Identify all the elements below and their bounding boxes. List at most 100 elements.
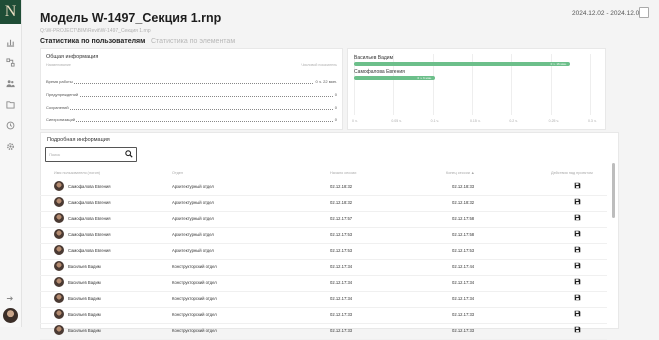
search-placeholder: Поиск	[49, 152, 61, 157]
save-icon[interactable]	[574, 230, 581, 237]
chart-gridline	[590, 54, 591, 115]
diagram-icon[interactable]	[6, 58, 15, 67]
sort-arrow-icon[interactable]: ▲	[470, 171, 475, 175]
session-end: 02.12.18:32	[452, 200, 475, 205]
user-name: Васильев Вадим	[68, 296, 101, 301]
department: Архитектурный отдел	[172, 216, 214, 221]
session-start: 02.12.17:34	[330, 280, 353, 285]
column-header-user[interactable]: Имя пользователя (логин)	[54, 171, 100, 175]
chart-bar[interactable]: 0 ч. 6 мин.	[354, 76, 435, 80]
avatar	[54, 293, 64, 303]
table-row[interactable]: Самофалова Евгения Архитектурный отдел 02.…	[40, 179, 607, 196]
save-icon[interactable]	[574, 294, 581, 301]
app-logo[interactable]: N	[0, 0, 21, 24]
info-value: 0	[333, 117, 337, 122]
avatar	[54, 229, 64, 239]
department: Конструкторский отдел	[172, 264, 217, 269]
chart-icon[interactable]	[6, 38, 15, 47]
date-range[interactable]: 2024.12.02 - 2024.12.02	[572, 10, 643, 17]
avatar	[54, 245, 64, 255]
history-icon[interactable]	[6, 121, 15, 130]
info-value: 0	[333, 92, 337, 97]
save-icon[interactable]	[574, 246, 581, 253]
x-tick-label: 0.25 ч.	[548, 119, 560, 123]
department: Архитектурный отдел	[172, 200, 214, 205]
session-end: 02.12.17:34	[452, 296, 475, 301]
x-tick-label: 0.2 ч.	[509, 119, 518, 123]
avatar	[54, 277, 64, 287]
info-label: Время работы	[46, 79, 74, 84]
table-row[interactable]: Васильев Вадим Конструкторский отдел 02.12…	[40, 323, 607, 340]
department: Конструкторский отдел	[172, 280, 217, 285]
column-header-start[interactable]: Начало сессии	[330, 171, 356, 175]
user-name: Самофалова Евгения	[68, 184, 111, 189]
column-header-end-label: Конец сессии	[446, 171, 470, 175]
table-row[interactable]: Васильев Вадим Конструкторский отдел 02.12…	[40, 307, 607, 324]
department: Архитектурный отдел	[172, 248, 214, 253]
general-info-card: Общая информация Наименование Числовой п…	[40, 48, 343, 130]
calendar-icon[interactable]	[639, 7, 649, 18]
department: Архитектурный отдел	[172, 184, 214, 189]
x-tick-label: 0 ч.	[352, 119, 358, 123]
chart-bar[interactable]: 0 ч. 16 мин.	[354, 62, 570, 66]
x-tick-label: 0.3 ч.	[588, 119, 597, 123]
tab-elements-stats[interactable]: Статистика по элементам	[151, 38, 235, 45]
save-icon[interactable]	[574, 214, 581, 221]
save-icon[interactable]	[574, 262, 581, 269]
table-row[interactable]: Васильев Вадим Конструкторский отдел 02.12…	[40, 291, 607, 308]
user-name: Васильев Вадим	[68, 280, 101, 285]
avatar	[54, 309, 64, 319]
column-name-header: Наименование	[46, 63, 71, 67]
avatar	[54, 213, 64, 223]
table-row[interactable]: Самофалова Евгения Архитектурный отдел 02.…	[40, 243, 607, 260]
search-icon[interactable]	[125, 150, 133, 158]
session-end: 02.12.17:44	[452, 264, 475, 269]
info-row-warnings: Предупреждений 0	[46, 92, 337, 98]
session-start: 02.12.17:57	[330, 216, 353, 221]
table-row[interactable]: Самофалова Евгения Архитектурный отдел 02.…	[40, 227, 607, 244]
save-icon[interactable]	[574, 182, 581, 189]
table-row[interactable]: Самофалова Евгения Архитектурный отдел 02.…	[40, 195, 607, 212]
avatar	[54, 181, 64, 191]
folder-icon[interactable]	[6, 100, 15, 109]
page-title: Модель W-1497_Секция 1.rnp	[40, 11, 222, 25]
x-tick-label: 0.1 ч.	[430, 119, 440, 123]
department: Конструкторский отдел	[172, 328, 217, 333]
logo-letter: N	[4, 3, 17, 20]
avatar	[54, 261, 64, 271]
save-icon[interactable]	[574, 278, 581, 285]
info-label: Синхронизаций	[46, 117, 77, 122]
column-header-end[interactable]: Конец сессии ▲	[446, 171, 475, 175]
user-name: Васильев Вадим	[68, 264, 101, 269]
users-icon[interactable]	[6, 79, 15, 88]
session-end: 02.12.17:58	[452, 216, 475, 221]
department: Архитектурный отдел	[172, 232, 214, 237]
session-start: 02.12.17:34	[330, 296, 353, 301]
user-avatar[interactable]	[3, 308, 18, 323]
session-end: 02.12.17:58	[452, 232, 475, 237]
avatar	[54, 197, 64, 207]
table-scrollbar[interactable]	[612, 163, 615, 218]
user-name: Самофалова Евгения	[68, 232, 111, 237]
info-row-worktime: Время работы 0 ч. 22 мин.	[46, 79, 337, 85]
save-icon[interactable]	[574, 198, 581, 205]
logout-icon[interactable]	[6, 294, 15, 303]
session-start: 02.12.17:53	[330, 232, 353, 237]
general-info-title: Общая информация	[46, 54, 99, 60]
table-row[interactable]: Васильев Вадим Конструкторский отдел 02.12…	[40, 275, 607, 292]
column-header-dept[interactable]: Отдел	[172, 171, 183, 175]
session-start: 02.12.17:53	[330, 248, 353, 253]
settings-icon[interactable]	[6, 142, 15, 151]
save-icon[interactable]	[574, 326, 581, 333]
save-icon[interactable]	[574, 310, 581, 317]
tab-users-stats[interactable]: Статистика по пользователям	[40, 38, 145, 45]
info-value: 0	[333, 105, 337, 110]
session-end: 02.12.17:34	[452, 280, 475, 285]
table-row[interactable]: Самофалова Евгения Архитектурный отдел 02.…	[40, 211, 607, 228]
search-input[interactable]: Поиск	[45, 147, 137, 162]
info-row-syncs: Синхронизаций 0	[46, 117, 337, 123]
user-name: Самофалова Евгения	[68, 248, 111, 253]
table-row[interactable]: Васильев Вадим Конструкторский отдел 02.12…	[40, 259, 607, 276]
session-start: 02.12.18:32	[330, 184, 353, 189]
user-name: Васильев Вадим	[68, 328, 101, 333]
